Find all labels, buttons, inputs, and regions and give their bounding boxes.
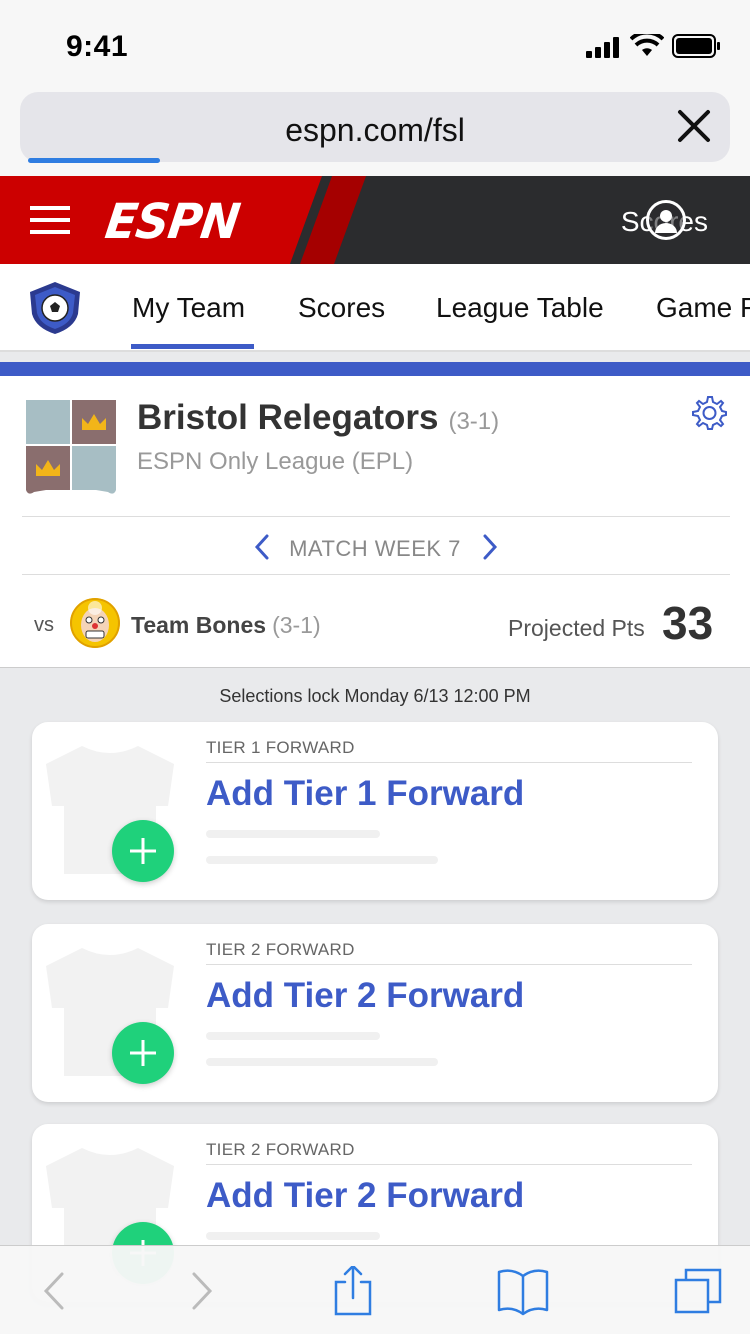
tier-label: TIER 1 FORWARD bbox=[206, 738, 355, 757]
team-record: (3-1) bbox=[448, 408, 500, 435]
close-icon[interactable] bbox=[674, 106, 714, 146]
placeholder-line bbox=[206, 1232, 380, 1240]
signal-icon bbox=[586, 37, 619, 58]
tab-game[interactable]: Game F bbox=[656, 292, 750, 324]
divider bbox=[206, 762, 692, 763]
divider bbox=[22, 574, 730, 575]
user-icon[interactable] bbox=[646, 200, 686, 240]
espn-logo[interactable]: ESPN bbox=[102, 193, 243, 250]
team-name-text: Bristol Relegators bbox=[137, 398, 439, 437]
tab-my-team[interactable]: My Team bbox=[132, 292, 245, 324]
browser-address-area: espn.com/fsl bbox=[0, 90, 750, 176]
tier-label: TIER 2 FORWARD bbox=[206, 940, 355, 959]
match-week-label: MATCH WEEK 7 bbox=[289, 536, 461, 561]
team-logo bbox=[26, 400, 116, 494]
divider bbox=[22, 516, 730, 517]
placeholder-line bbox=[206, 1032, 380, 1040]
espn-header: ESPN Scores bbox=[0, 176, 750, 264]
wifi-icon bbox=[630, 34, 664, 56]
forward-icon[interactable] bbox=[176, 1266, 230, 1316]
placeholder-line bbox=[206, 830, 380, 838]
placeholder-line bbox=[206, 1058, 438, 1066]
status-time: 9:41 bbox=[66, 30, 129, 63]
league-name[interactable]: ESPN Only League (EPL) bbox=[137, 448, 413, 476]
placeholder-line bbox=[206, 856, 438, 864]
battery-icon bbox=[672, 34, 720, 58]
chevron-right-icon[interactable] bbox=[480, 533, 500, 561]
team-header-card: Bristol Relegators (3-1) ESPN Only League… bbox=[0, 376, 750, 668]
url-text[interactable]: espn.com/fsl bbox=[20, 112, 730, 149]
browser-toolbar bbox=[0, 1245, 750, 1334]
projected-points-value: 33 bbox=[662, 597, 714, 649]
opponent-name[interactable]: Team Bones (3-1) bbox=[131, 612, 321, 639]
roster-slot-card[interactable]: TIER 2 FORWARD Add Tier 2 Forward bbox=[32, 924, 718, 1102]
back-icon[interactable] bbox=[32, 1266, 86, 1316]
league-badge-icon[interactable] bbox=[26, 280, 84, 336]
projected-points-label: Projected Pts bbox=[508, 615, 645, 641]
plus-icon bbox=[130, 838, 156, 864]
tab-scores[interactable]: Scores bbox=[298, 292, 385, 324]
gear-icon[interactable] bbox=[690, 394, 728, 432]
tab-league-table[interactable]: League Table bbox=[436, 292, 604, 324]
active-tab-indicator bbox=[131, 344, 254, 349]
tabs-icon[interactable] bbox=[670, 1266, 724, 1316]
add-player-button[interactable] bbox=[112, 1022, 174, 1084]
address-bar[interactable]: espn.com/fsl bbox=[20, 92, 730, 163]
add-player-link[interactable]: Add Tier 2 Forward bbox=[206, 976, 524, 1016]
add-player-link[interactable]: Add Tier 2 Forward bbox=[206, 1176, 524, 1216]
opponent-avatar[interactable] bbox=[70, 598, 120, 648]
roster-slot-card[interactable]: TIER 1 FORWARD Add Tier 1 Forward bbox=[32, 722, 718, 900]
accent-bar bbox=[0, 362, 750, 376]
status-bar: 9:41 bbox=[0, 0, 750, 90]
lock-message: Selections lock Monday 6/13 12:00 PM bbox=[219, 686, 531, 706]
divider bbox=[206, 964, 692, 965]
plus-icon bbox=[130, 1040, 156, 1066]
bookmarks-icon[interactable] bbox=[496, 1266, 550, 1316]
opponent-record: (3-1) bbox=[272, 612, 321, 638]
load-progress-bar bbox=[28, 158, 160, 163]
fantasy-nav: My Team Scores League Table Game F bbox=[0, 264, 750, 352]
hamburger-icon[interactable] bbox=[30, 206, 70, 234]
add-player-button[interactable] bbox=[112, 820, 174, 882]
share-icon[interactable] bbox=[326, 1266, 380, 1316]
divider bbox=[206, 1164, 692, 1165]
team-name: Bristol Relegators (3-1) bbox=[137, 398, 499, 438]
tier-label: TIER 2 FORWARD bbox=[206, 1140, 355, 1159]
opponent-name-text: Team Bones bbox=[131, 612, 267, 638]
vs-label: vs bbox=[34, 614, 54, 636]
add-player-link[interactable]: Add Tier 1 Forward bbox=[206, 774, 524, 814]
